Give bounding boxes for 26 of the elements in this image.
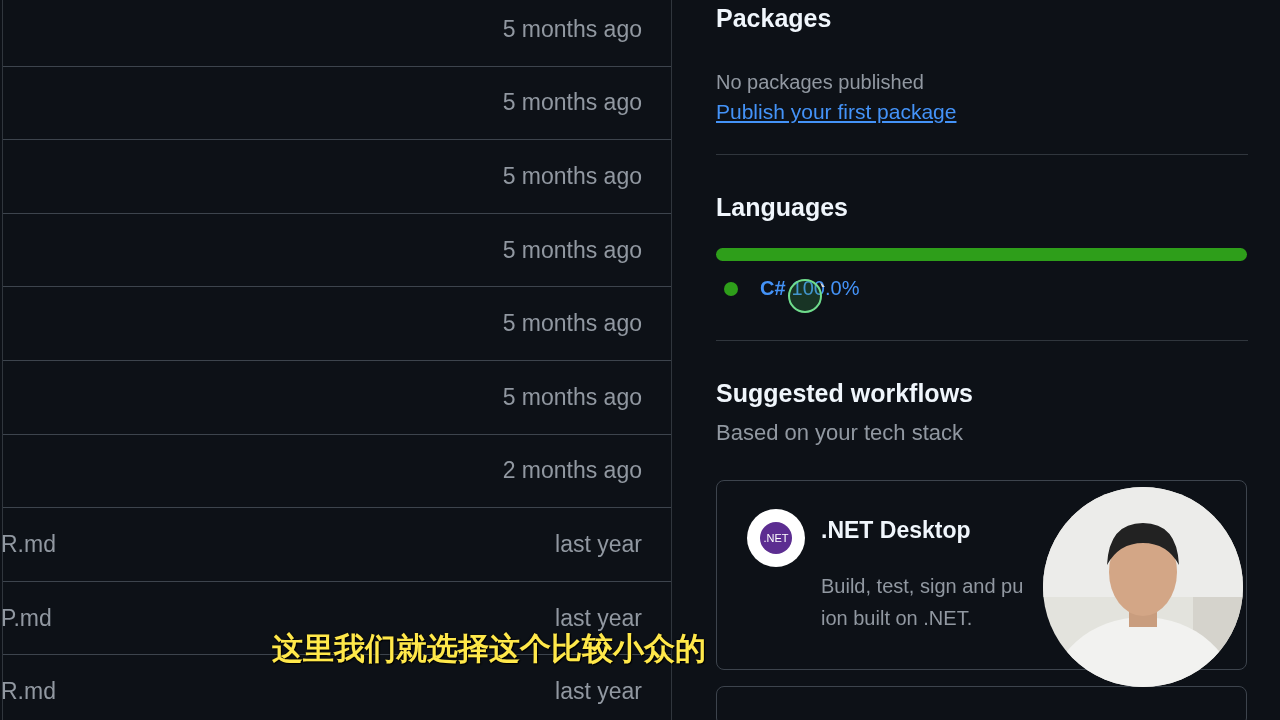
updated-time: 5 months ago bbox=[502, 383, 642, 411]
section-title: Languages bbox=[716, 193, 848, 222]
workflow-description: Build, test, sign and pu bbox=[821, 574, 1024, 599]
updated-time: last year bbox=[555, 530, 642, 558]
updated-time: 5 months ago bbox=[502, 89, 642, 117]
section-subtitle: Based on your tech stack bbox=[716, 420, 964, 446]
workflow-title: .NET Desktop bbox=[821, 517, 971, 544]
file-name[interactable]: R.md bbox=[1, 530, 56, 558]
workflow-description: ion built on .NET. bbox=[821, 606, 973, 631]
publish-link[interactable]: Publish your first package bbox=[716, 100, 957, 124]
updated-time: last year bbox=[555, 604, 642, 632]
video-subtitle: 这里我们就选择这个比较小众的 bbox=[272, 630, 706, 668]
updated-time: 2 months ago bbox=[502, 457, 642, 485]
updated-time: 5 months ago bbox=[502, 310, 642, 338]
updated-time: 5 months ago bbox=[502, 163, 642, 190]
dotnet-logo-icon: .NET bbox=[747, 509, 805, 567]
updated-time: 5 months ago bbox=[502, 236, 642, 264]
language-name[interactable]: C# bbox=[760, 277, 786, 300]
section-title: Suggested workflows bbox=[716, 379, 974, 408]
updated-time: last year bbox=[555, 678, 642, 706]
file-name[interactable]: R.md bbox=[1, 678, 56, 706]
empty-text: No packages published bbox=[716, 71, 924, 94]
workflow-card[interactable] bbox=[716, 686, 1247, 720]
updated-time: 5 months ago bbox=[502, 15, 642, 43]
file-name[interactable]: P.md bbox=[1, 604, 52, 632]
section-title: Packages bbox=[716, 4, 832, 33]
